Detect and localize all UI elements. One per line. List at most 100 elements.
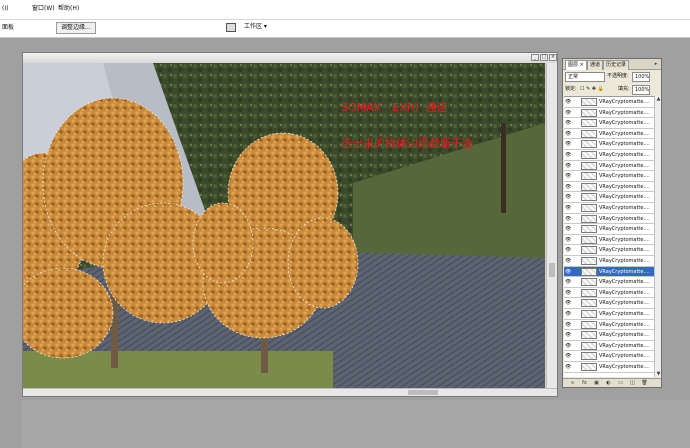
layer-row[interactable]: 👁 VRayCryptomatte....: [564, 319, 654, 331]
vertical-scroll-thumb[interactable]: [549, 263, 555, 277]
visibility-eye-icon[interactable]: 👁: [565, 173, 571, 179]
layer-row[interactable]: 👁 VRayCryptomatte....: [564, 150, 654, 161]
visibility-eye-icon[interactable]: 👁: [565, 141, 571, 147]
layer-thumbnail: [581, 119, 597, 128]
workspace-menu[interactable]: 工作区 ▾: [244, 22, 267, 34]
horizontal-scrollbar[interactable]: [23, 388, 557, 396]
layer-row[interactable]: 👁 VRayCryptomatte....: [564, 192, 654, 203]
visibility-eye-icon[interactable]: 👁: [565, 131, 571, 137]
layer-row[interactable]: 👁 VRayCryptomatte....: [564, 181, 654, 193]
visibility-eye-icon[interactable]: 👁: [565, 332, 571, 338]
group-icon[interactable]: ▭: [617, 380, 624, 386]
visibility-eye-icon[interactable]: 👁: [565, 364, 571, 370]
layer-row[interactable]: 👁 VRayCryptomatte....: [564, 213, 654, 225]
tab-layers[interactable]: 图层 ×: [565, 60, 587, 70]
minimize-button[interactable]: _: [531, 54, 539, 61]
visibility-eye-icon[interactable]: 👁: [565, 247, 571, 253]
fx-icon[interactable]: fx: [581, 380, 588, 386]
menu-item-image[interactable]: (I): [2, 3, 8, 15]
vertical-scrollbar[interactable]: [546, 63, 557, 388]
mask-icon[interactable]: ▣: [593, 380, 600, 386]
layer-name: VRayCryptomatte....: [599, 321, 650, 328]
menu-item-help[interactable]: 帮助(H): [58, 3, 79, 15]
visibility-eye-icon[interactable]: 👁: [565, 216, 571, 222]
visibility-eye-icon[interactable]: 👁: [565, 184, 571, 190]
layer-row[interactable]: 👁 VRayCryptomatte....: [564, 234, 654, 246]
layer-row[interactable]: 👁 VRayCryptomatte....: [564, 171, 654, 182]
layer-row[interactable]: 👁 VRayCryptomatte....: [564, 256, 654, 267]
link-icon[interactable]: ∞: [569, 380, 576, 386]
visibility-eye-icon[interactable]: 👁: [565, 311, 571, 317]
tab-history[interactable]: 历史记录: [603, 60, 630, 70]
layer-row[interactable]: 👁 VRayCryptomatte....: [564, 128, 654, 140]
visibility-eye-icon[interactable]: 👁: [565, 300, 571, 306]
layer-list-scrollbar[interactable]: ▲ ▼: [654, 96, 661, 377]
visibility-eye-icon[interactable]: 👁: [565, 322, 571, 328]
visibility-eye-icon[interactable]: 👁: [565, 163, 571, 169]
document-window: _ □ × SOMAX（EXR）通道 选出来的物体边缘截断干净: [22, 52, 558, 397]
layer-row[interactable]: 👁 VRayCryptomatte....: [564, 351, 654, 362]
visibility-eye-icon[interactable]: 👁: [565, 237, 571, 243]
adjustment-icon[interactable]: ◐: [605, 380, 612, 386]
layer-row[interactable]: 👁 VRayCryptomatte....: [564, 287, 654, 299]
layers-panel: 图层 × 通道 历史记录 ▸ 正常 不透明度: 100% 锁定: ☐ ✎ ✥ 🔒…: [562, 58, 662, 388]
layer-thumbnail: [581, 161, 597, 170]
visibility-eye-icon[interactable]: 👁: [565, 290, 571, 296]
layer-row[interactable]: 👁 VRayCryptomatte....: [564, 118, 654, 129]
visibility-eye-icon[interactable]: 👁: [565, 99, 571, 105]
trash-icon[interactable]: 🗑: [641, 380, 648, 386]
layer-name: VRayCryptomatte....: [599, 236, 650, 243]
tab-channels[interactable]: 通道: [587, 60, 604, 70]
visibility-eye-icon[interactable]: 👁: [565, 205, 571, 211]
layer-row[interactable]: 👁 VRayCryptomatte....: [564, 340, 654, 352]
visibility-eye-icon[interactable]: 👁: [565, 279, 571, 285]
layer-row[interactable]: 👁 VRayCryptomatte....: [564, 362, 654, 373]
visibility-eye-icon[interactable]: 👁: [565, 258, 571, 264]
layer-thumbnail: [581, 257, 597, 265]
layer-thumbnail: [581, 108, 597, 117]
layer-row[interactable]: 👁 VRayCryptomatte....: [564, 277, 654, 288]
panel-menu-icon[interactable]: ▸: [652, 61, 660, 68]
layer-name: VRayCryptomatte....: [599, 109, 650, 116]
visibility-eye-icon[interactable]: 👁: [565, 353, 571, 359]
layer-name: VRayCryptomatte....: [599, 268, 650, 275]
layer-row[interactable]: 👁 VRayCryptomatte....: [564, 160, 654, 172]
document-titlebar[interactable]: _ □ ×: [23, 53, 557, 63]
layer-thumbnail: [581, 363, 597, 371]
maximize-button[interactable]: □: [540, 54, 548, 61]
screen-mode-icon[interactable]: [226, 23, 236, 32]
visibility-eye-icon[interactable]: 👁: [565, 269, 571, 275]
layer-row[interactable]: 👁 VRayCryptomatte....: [564, 298, 654, 309]
new-layer-icon[interactable]: ◫: [629, 380, 636, 386]
lock-icons[interactable]: ☐ ✎ ✥ 🔒: [580, 85, 604, 94]
visibility-eye-icon[interactable]: 👁: [565, 110, 571, 116]
layer-row[interactable]: 👁 VRayCryptomatte....: [564, 224, 654, 235]
visibility-eye-icon[interactable]: 👁: [565, 226, 571, 232]
layer-row[interactable]: 👁 VRayCryptomatte....: [564, 97, 654, 108]
layer-row[interactable]: 👁 VRayCryptomatte....: [564, 245, 654, 256]
layer-row[interactable]: 👁 VRayCryptomatte....: [564, 266, 654, 278]
visibility-eye-icon[interactable]: 👁: [565, 343, 571, 349]
fill-field[interactable]: 100%: [632, 85, 650, 95]
image-canvas[interactable]: SOMAX（EXR）通道 选出来的物体边缘截断干净: [23, 63, 545, 388]
layer-row[interactable]: 👁 VRayCryptomatte....: [564, 203, 654, 214]
close-button[interactable]: ×: [549, 54, 557, 61]
layer-thumbnail: [581, 278, 597, 287]
visibility-eye-icon[interactable]: 👁: [565, 152, 571, 158]
layer-row[interactable]: 👁 VRayCryptomatte....: [564, 139, 654, 150]
layer-row[interactable]: 👁 VRayCryptomatte....: [564, 107, 654, 119]
layer-row[interactable]: 👁 VRayCryptomatte....: [564, 330, 654, 341]
refine-edge-button[interactable]: 调整边缘...: [56, 22, 96, 34]
scroll-down-icon[interactable]: ▼: [656, 371, 661, 377]
horizontal-scroll-thumb[interactable]: [408, 390, 438, 395]
visibility-eye-icon[interactable]: 👁: [565, 194, 571, 200]
menu-item-window[interactable]: 窗口(W): [32, 3, 55, 15]
layer-thumbnail: [581, 172, 597, 181]
opacity-field[interactable]: 100%: [632, 72, 650, 82]
layer-name: VRayCryptomatte....: [599, 183, 650, 190]
canvas-image: [23, 63, 545, 388]
blend-mode-select[interactable]: 正常: [565, 72, 605, 82]
visibility-eye-icon[interactable]: 👁: [565, 120, 571, 126]
layer-row[interactable]: 👁 VRayCryptomatte....: [564, 309, 654, 320]
scroll-up-icon[interactable]: ▲: [656, 96, 661, 102]
